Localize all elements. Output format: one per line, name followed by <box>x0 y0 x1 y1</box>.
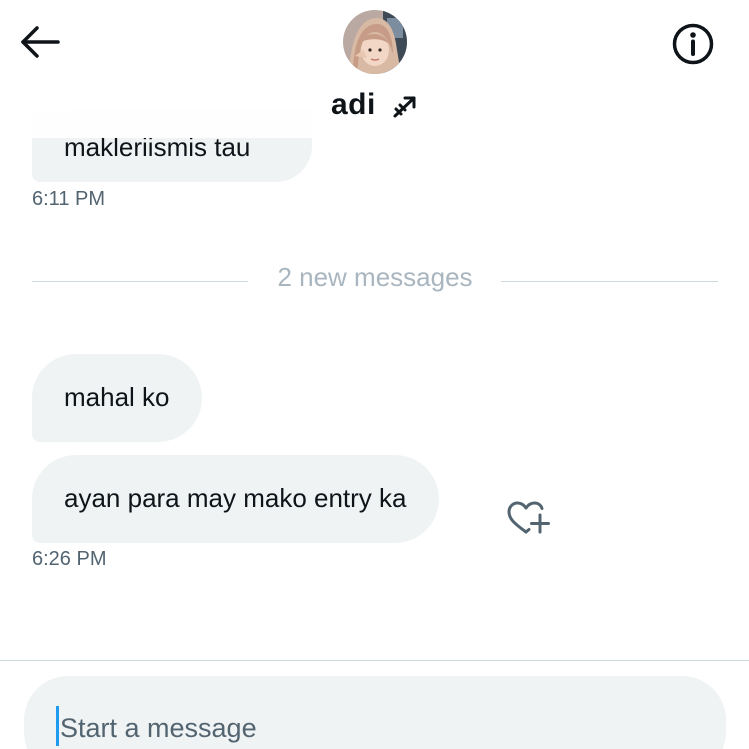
new-messages-divider: 2 new messages <box>277 262 473 292</box>
info-icon[interactable] <box>668 19 718 69</box>
contact-avatar[interactable] <box>343 10 407 74</box>
message-timestamp: 6:11 PM <box>32 188 105 210</box>
back-arrow-icon[interactable] <box>18 22 62 62</box>
message-input[interactable] <box>60 708 660 748</box>
contact-name[interactable]: adi <box>331 88 376 122</box>
text-cursor <box>56 706 59 746</box>
message-text: ayan para may mako entry ka <box>64 483 407 513</box>
divider-line-left <box>32 281 248 282</box>
message-bubble[interactable]: ayan para may mako entry ka <box>32 455 439 543</box>
arrow-emoji <box>392 94 418 120</box>
message-timestamp: 6:26 PM <box>32 548 107 570</box>
message-bubble[interactable]: mahal ko <box>32 354 202 442</box>
divider-line-right <box>501 281 718 282</box>
heart-plus-icon[interactable] <box>505 498 551 538</box>
message-text: mahal ko <box>64 382 170 412</box>
composer-divider <box>0 660 749 661</box>
